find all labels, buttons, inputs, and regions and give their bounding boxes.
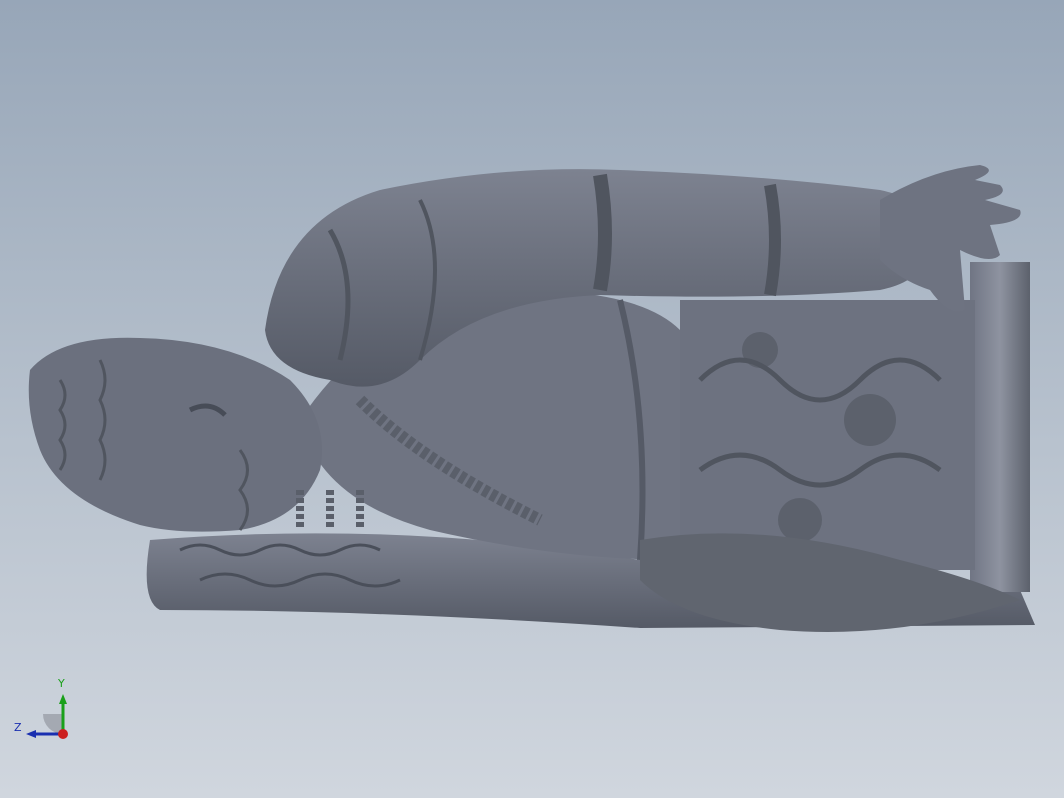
head-shape xyxy=(28,337,322,532)
z-axis-label: Z xyxy=(14,721,22,734)
graphics-viewport[interactable]: Y Z xyxy=(0,0,1064,798)
axis-triad: Y Z xyxy=(10,676,80,746)
3d-model-render[interactable] xyxy=(0,0,1064,798)
y-axis-label: Y xyxy=(58,677,65,690)
axis-triad-graphic xyxy=(26,694,68,739)
